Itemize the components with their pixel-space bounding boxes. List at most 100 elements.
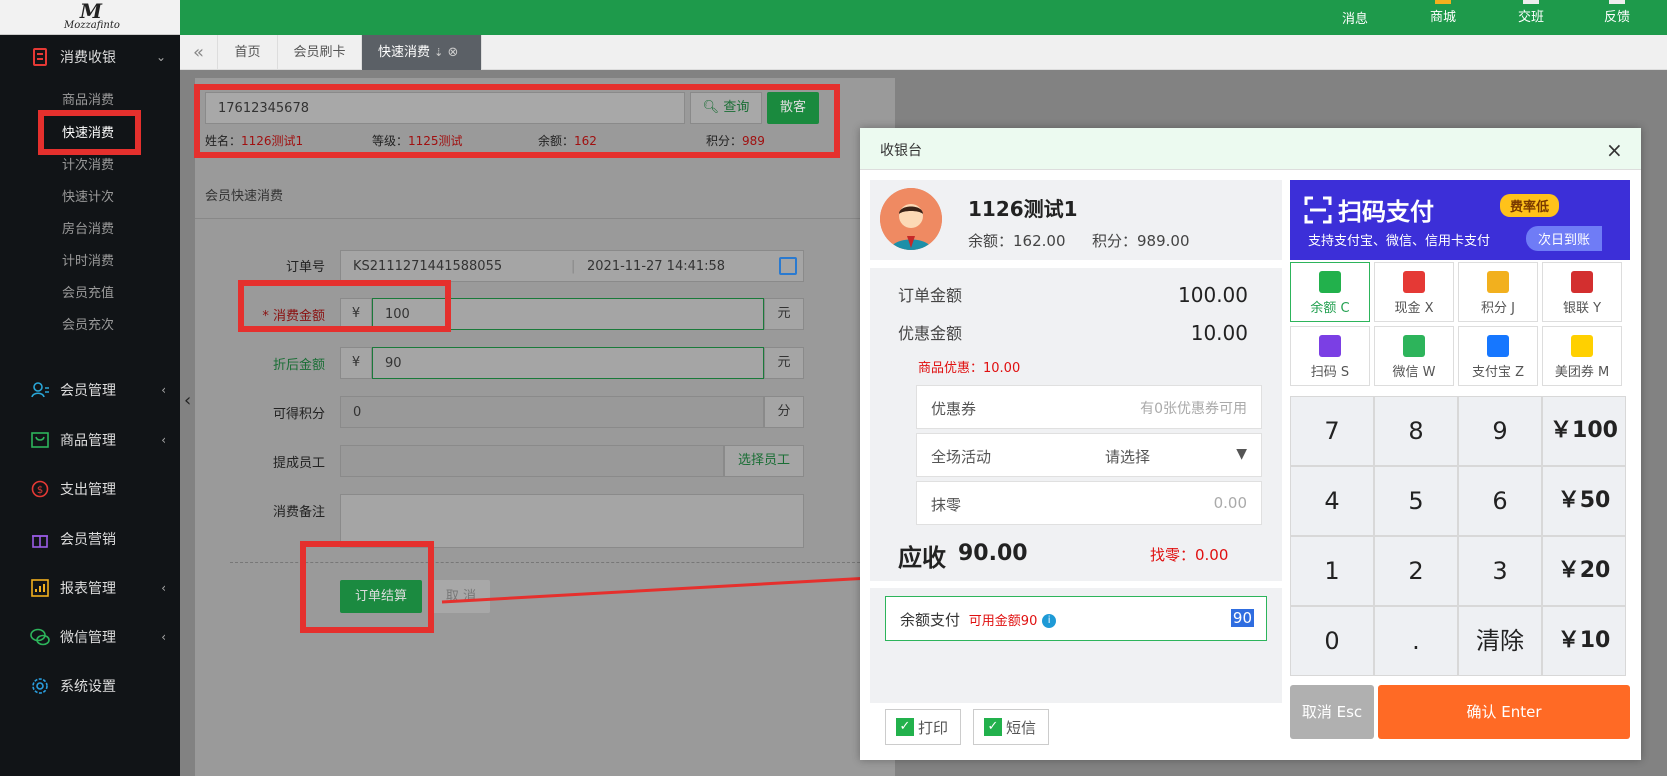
pay-method-meituan[interactable]: 美团券 M [1542,326,1622,386]
info-icon[interactable]: i [1042,613,1057,628]
sidebar-group-label: 会员管理 [60,383,116,399]
pay-method-wechat-pay[interactable]: 微信 W [1374,326,1454,386]
print-checkbox[interactable]: ✓ 打印 [885,709,961,745]
pay-method-label: 支付宝 Z [1471,365,1525,380]
sidebar-group-goods[interactable]: 商品管理 ‹ [0,425,180,455]
tab-home[interactable]: 首页 [218,35,278,70]
balance-pay-field[interactable]: 余额支付 可用金额90 i 90 [885,596,1267,641]
balance-icon [1319,271,1341,293]
remark-textarea[interactable] [340,494,804,548]
topbar-shift[interactable]: 交班 [1506,0,1556,25]
topbar-label: 反馈 [1603,10,1630,25]
balance-pay-value[interactable]: 90 [1230,609,1254,627]
balance-pay-label: 余额支付 [900,611,961,629]
select-staff-button[interactable]: 选择员工 [724,445,804,477]
tabs-scroll-left-icon[interactable]: « [180,35,218,70]
wechat-pay-icon [1403,335,1425,357]
keypad-key[interactable]: 7 [1290,396,1374,466]
calendar-icon[interactable] [779,257,797,275]
check-icon: ✓ [896,718,914,736]
pay-method-cash[interactable]: 现金 X [1374,262,1454,322]
pay-method-unionpay[interactable]: 银联 Y [1542,262,1622,322]
sidebar-group-wechat[interactable]: 微信管理 ‹ [0,622,180,652]
rounding-value: 0.00 [1213,494,1247,512]
scan-pay-banner[interactable]: 扫码支付 费率低 支持支付宝、微信、信用卡支付 次日到账 [1290,180,1630,260]
keypad-key[interactable]: 8 [1374,396,1458,466]
cash-icon [1403,271,1425,293]
pay-method-scan[interactable]: 扫码 S [1290,326,1370,386]
sidebar-item-room-consume[interactable]: 房台消费 [62,218,114,237]
rounding-field[interactable]: 抹零 0.00 [916,481,1262,525]
change-text: 找零：0.00 [1150,546,1229,564]
topbar-mall[interactable]: 商城 [1418,0,1468,25]
pin-icon[interactable]: ⇣ [434,46,443,59]
topbar-messages[interactable]: 消息 [1330,8,1380,27]
modal-title: 收银台 [880,143,922,159]
sidebar-item-goods-consume[interactable]: 商品消费 [62,89,114,108]
collapse-arrow-icon[interactable]: ‹ [184,390,191,411]
keypad-key[interactable]: 清除 [1458,606,1542,676]
banner-badge: 费率低 [1500,194,1560,217]
discount-amount-input[interactable]: 90 [372,347,764,379]
pay-method-label: 银联 Y [1562,301,1602,316]
scan-icon [1319,335,1341,357]
pay-method-alipay[interactable]: 支付宝 Z [1458,326,1538,386]
pay-method-balance[interactable]: 余额 C [1290,262,1370,322]
sidebar-group-expense[interactable]: $ 支出管理 [0,474,180,504]
svg-text:$: $ [37,485,43,496]
close-tab-icon[interactable]: ⊗ [448,45,459,60]
meituan-icon [1571,335,1593,357]
sidebar-item-member-recharge[interactable]: 会员充值 [62,282,114,301]
sidebar-item-quick-count[interactable]: 快速计次 [62,186,114,205]
keypad-key[interactable]: ￥100 [1542,396,1626,466]
keypad-key[interactable]: 4 [1290,466,1374,536]
keypad-key[interactable]: ￥10 [1542,606,1626,676]
keypad-key[interactable]: 2 [1374,536,1458,606]
receivable-label: 应收 [898,544,946,572]
keypad-key[interactable]: 1 [1290,536,1374,606]
close-icon[interactable]: × [1606,138,1623,162]
banner-tag: 次日到账 [1526,226,1603,251]
keypad-key[interactable]: 3 [1458,536,1542,606]
keypad-key[interactable]: 9 [1458,396,1542,466]
confirm-enter-button[interactable]: 确认 Enter [1378,685,1630,739]
coupon-field[interactable]: 优惠券 有0张优惠券可用 [916,385,1262,429]
sidebar-group-label: 商品管理 [60,433,116,449]
keypad-key[interactable]: ￥50 [1542,466,1626,536]
pay-method-label: 微信 W [1392,365,1436,380]
cancel-esc-button[interactable]: 取消 Esc [1290,685,1374,739]
sidebar-group-cashier[interactable]: 消费收银 ⌄ [0,42,180,72]
activity-select[interactable]: 全场活动 请选择 ▼ [916,433,1262,477]
banner-title: 扫码支付 [1338,198,1434,226]
highlight-box-checkout [300,541,434,633]
sms-checkbox[interactable]: ✓ 短信 [973,709,1049,745]
keypad-key[interactable]: 0 [1290,606,1374,676]
pay-method-label: 美团券 M [1554,365,1610,380]
member-icon [30,380,50,400]
sidebar-group-member[interactable]: 会员管理 ‹ [0,375,180,405]
points-field: 0 [340,396,764,428]
sidebar-group-settings[interactable]: 系统设置 [0,671,180,701]
topbar-label: 消息 [1341,12,1368,27]
activity-label: 全场活动 [931,448,992,466]
goods-icon [30,430,50,450]
sidebar-item-time-consume[interactable]: 计时消费 [62,250,114,269]
keypad-key[interactable]: . [1374,606,1458,676]
sidebar-group-report[interactable]: 报表管理 ‹ [0,573,180,603]
keypad-key[interactable]: 5 [1374,466,1458,536]
discount-amount-value: 10.00 [1190,321,1248,345]
sidebar-group-label: 系统设置 [60,679,116,695]
topbar-feedback[interactable]: 反馈 [1592,0,1642,25]
tab-member-card[interactable]: 会员刷卡 [278,35,362,70]
sidebar-item-count-consume[interactable]: 计次消费 [62,154,114,173]
sidebar-group-marketing[interactable]: 会员营销 [0,524,180,554]
keypad-key[interactable]: ￥20 [1542,536,1626,606]
settings-icon [30,676,50,696]
sidebar-item-member-recharge-count[interactable]: 会员充次 [62,314,114,333]
pay-method-points[interactable]: 积分 J [1458,262,1538,322]
coupon-label: 优惠券 [931,400,977,418]
sidebar-group-label: 报表管理 [60,581,116,597]
keypad-key[interactable]: 6 [1458,466,1542,536]
tab-quick-consume[interactable]: 快速消费 ⇣ ⊗ [362,35,482,70]
order-time-value: 2021-11-27 14:41:58 [587,259,726,274]
